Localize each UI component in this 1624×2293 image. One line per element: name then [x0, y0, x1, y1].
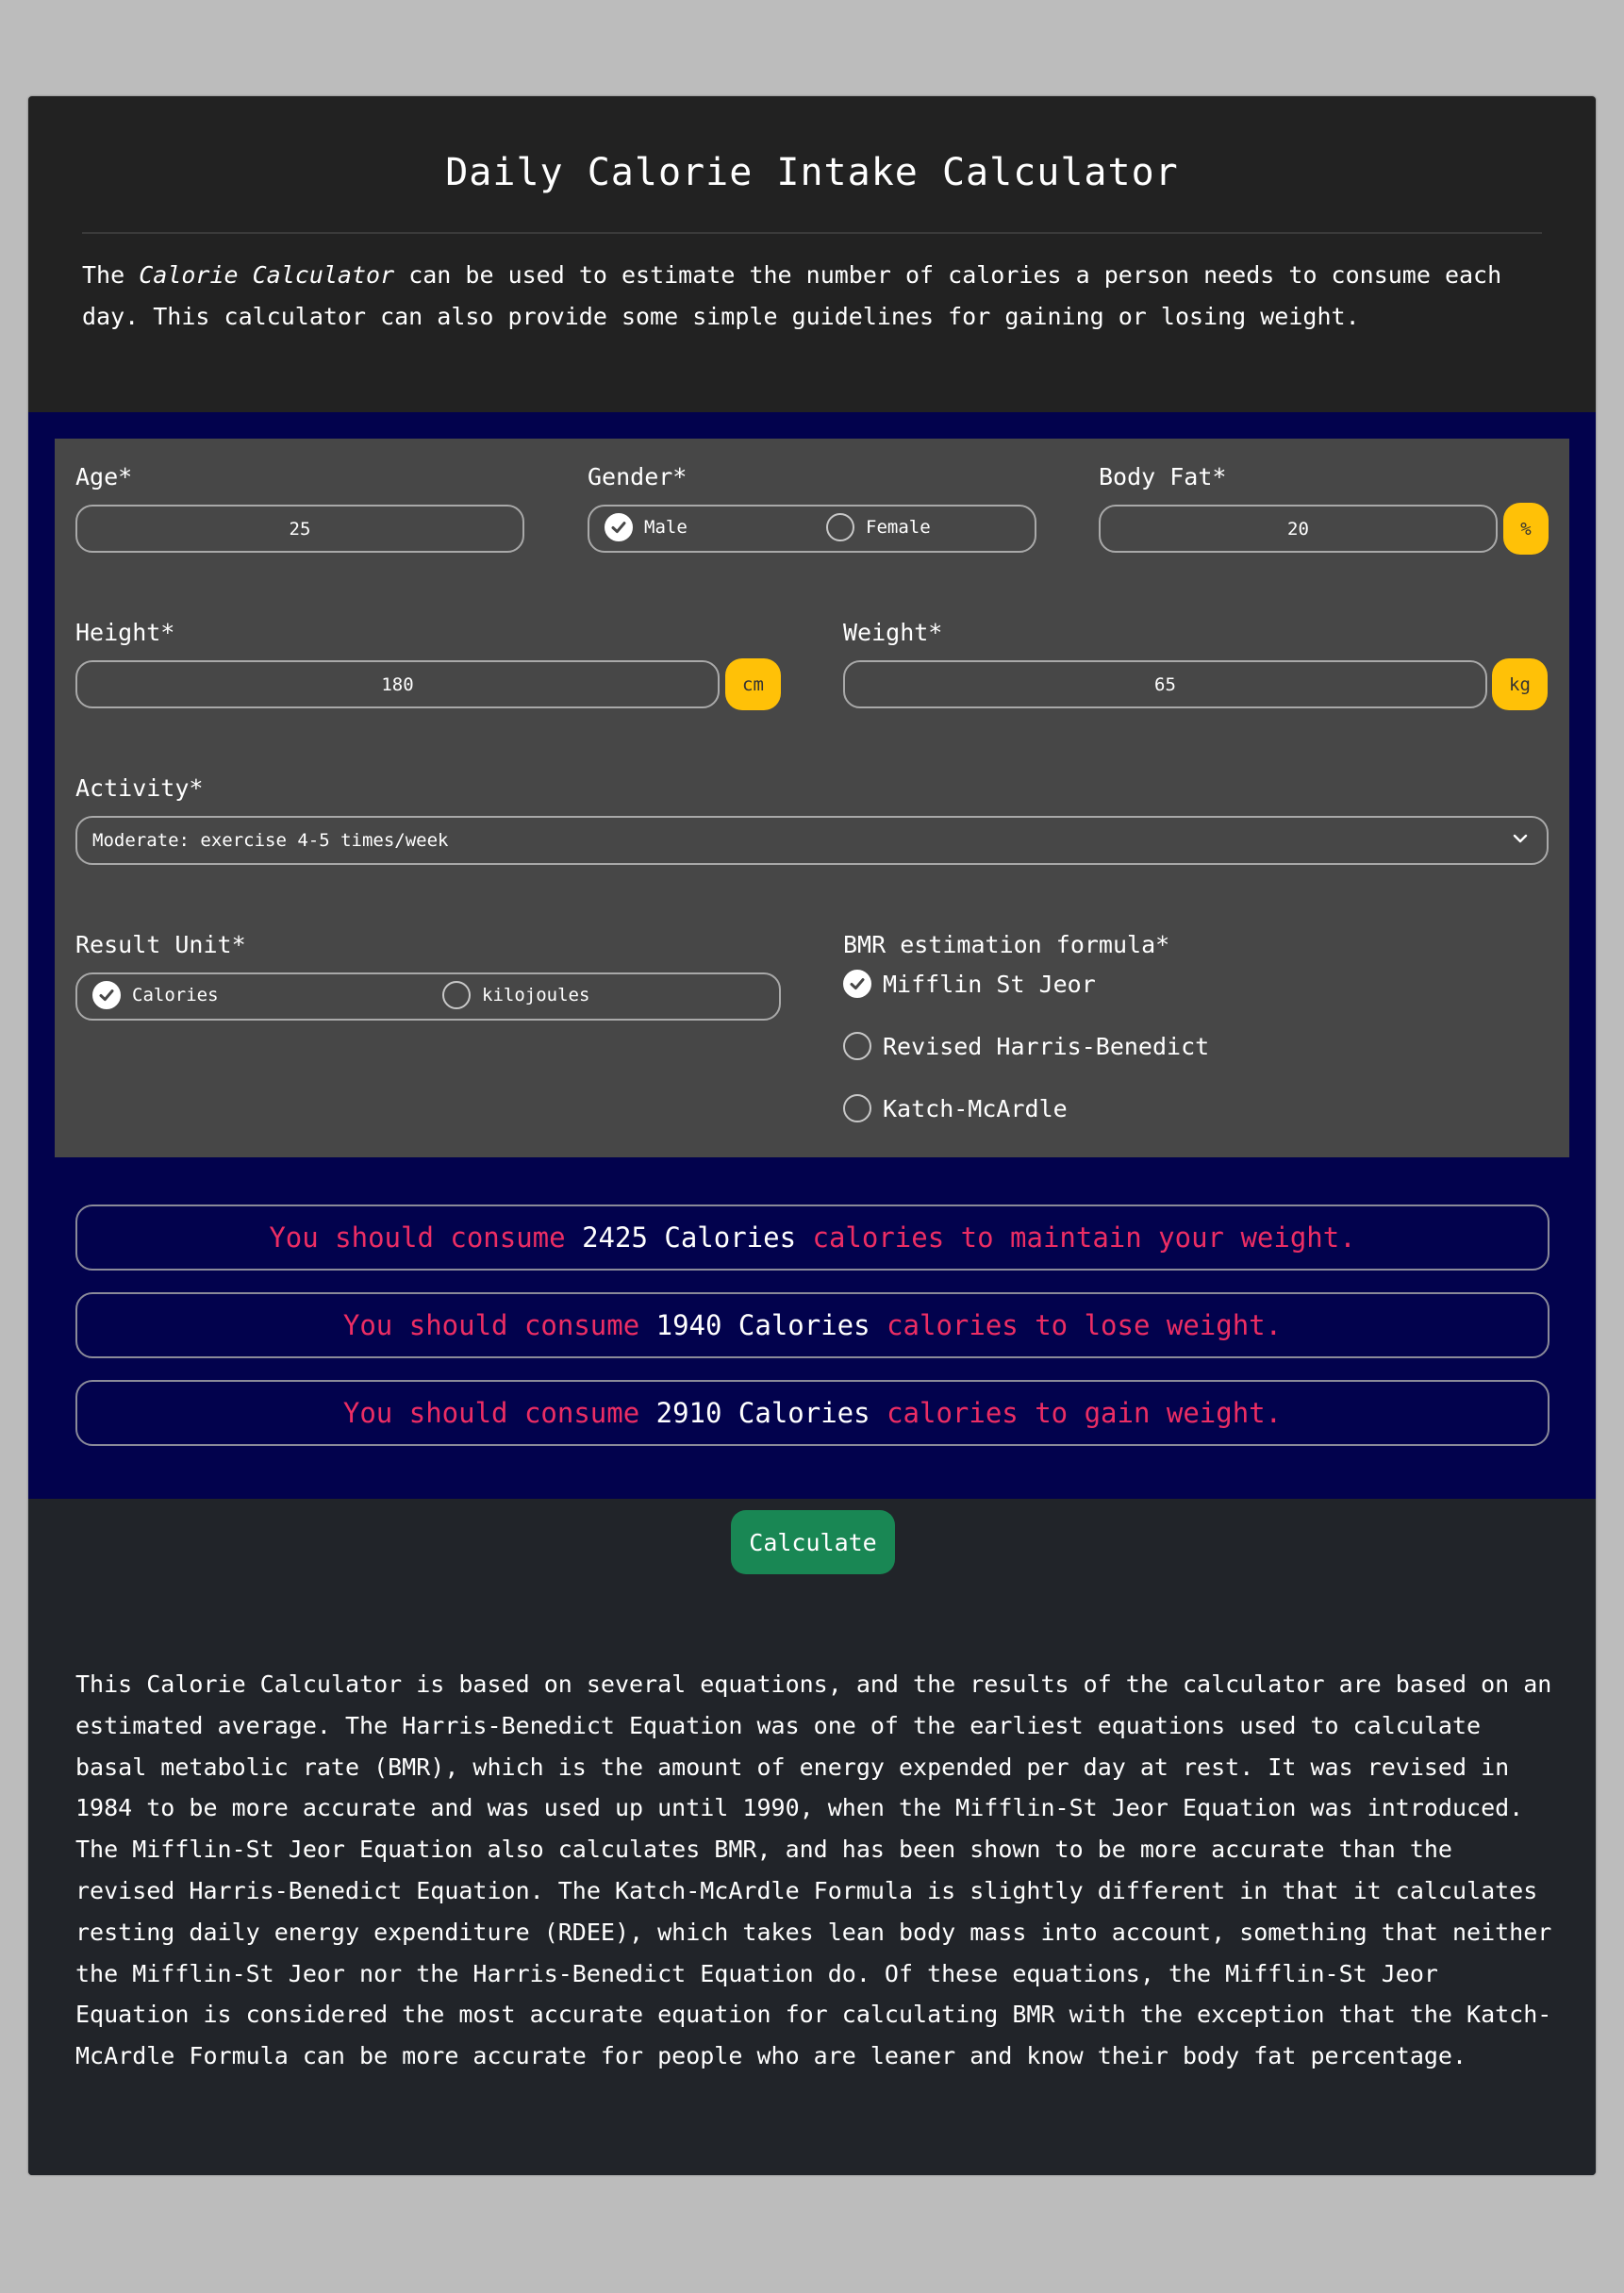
checked-radio-icon	[605, 513, 633, 541]
age-label: Age*	[75, 463, 133, 490]
checked-radio-icon	[92, 981, 121, 1009]
header-divider	[82, 232, 1542, 234]
intro-text: The Calorie Calculator can be used to es…	[82, 261, 1502, 330]
about-text: This Calorie Calculator is based on seve…	[75, 1670, 1552, 2070]
calculator-card: Daily Calorie Intake Calculator The Calo…	[28, 96, 1596, 2175]
result-unit-radio-group: Calories kilojoules	[75, 972, 781, 1021]
weight-input[interactable]: 65	[843, 660, 1487, 708]
height-label: Height*	[75, 619, 175, 646]
result-unit-kilojoules-option[interactable]: kilojoules	[442, 981, 589, 1009]
height-unit-badge: cm	[725, 658, 781, 710]
radio-icon	[826, 513, 854, 541]
result-value: 1940 Calories	[655, 1309, 870, 1341]
gender-radio-group: Male Female	[588, 505, 1036, 553]
result-maintain: You should consume 2425 Calories calorie…	[75, 1205, 1549, 1271]
activity-select[interactable]: Moderate: exercise 4-5 times/week	[75, 816, 1549, 865]
height-input[interactable]: 180	[75, 660, 720, 708]
chevron-down-icon	[1511, 829, 1530, 853]
radio-icon	[843, 1094, 871, 1122]
gender-female-option[interactable]: Female	[826, 513, 931, 541]
result-value: 2910 Calories	[655, 1397, 870, 1429]
result-unit-calories-option[interactable]: Calories	[92, 981, 219, 1009]
checked-radio-icon	[843, 970, 871, 998]
radio-icon	[843, 1032, 871, 1060]
result-unit-label: Result Unit*	[75, 931, 246, 958]
activity-selected-value: Moderate: exercise 4-5 times/week	[92, 830, 449, 851]
intro-emphasis: Calorie Calculator	[139, 261, 395, 289]
weight-label: Weight*	[843, 619, 943, 646]
calculate-button[interactable]: Calculate	[731, 1510, 895, 1574]
result-lose: You should consume 1940 Calories calorie…	[75, 1292, 1549, 1358]
body-fat-unit-badge: %	[1503, 503, 1549, 555]
weight-unit-badge: kg	[1492, 658, 1548, 710]
body-fat-input[interactable]: 20	[1099, 505, 1498, 553]
result-gain: You should consume 2910 Calories calorie…	[75, 1380, 1549, 1446]
bmr-formula-label: BMR estimation formula*	[843, 931, 1170, 958]
gender-male-option[interactable]: Male	[605, 513, 688, 541]
result-value: 2425 Calories	[582, 1221, 797, 1254]
calculator-form: Age* 25 Gender* Male Female Body Fat* 20…	[55, 439, 1569, 1157]
activity-label: Activity*	[75, 774, 204, 802]
body-fat-label: Body Fat*	[1099, 463, 1227, 490]
age-input[interactable]: 25	[75, 505, 524, 553]
radio-icon	[442, 981, 471, 1009]
bmr-option-harris-benedict[interactable]: Revised Harris-Benedict	[843, 1032, 1209, 1060]
bmr-option-katch-mcardle[interactable]: Katch-McArdle	[843, 1094, 1068, 1122]
gender-label: Gender*	[588, 463, 688, 490]
bmr-option-mifflin[interactable]: Mifflin St Jeor	[843, 970, 1096, 998]
page-title: Daily Calorie Intake Calculator	[445, 151, 1179, 194]
